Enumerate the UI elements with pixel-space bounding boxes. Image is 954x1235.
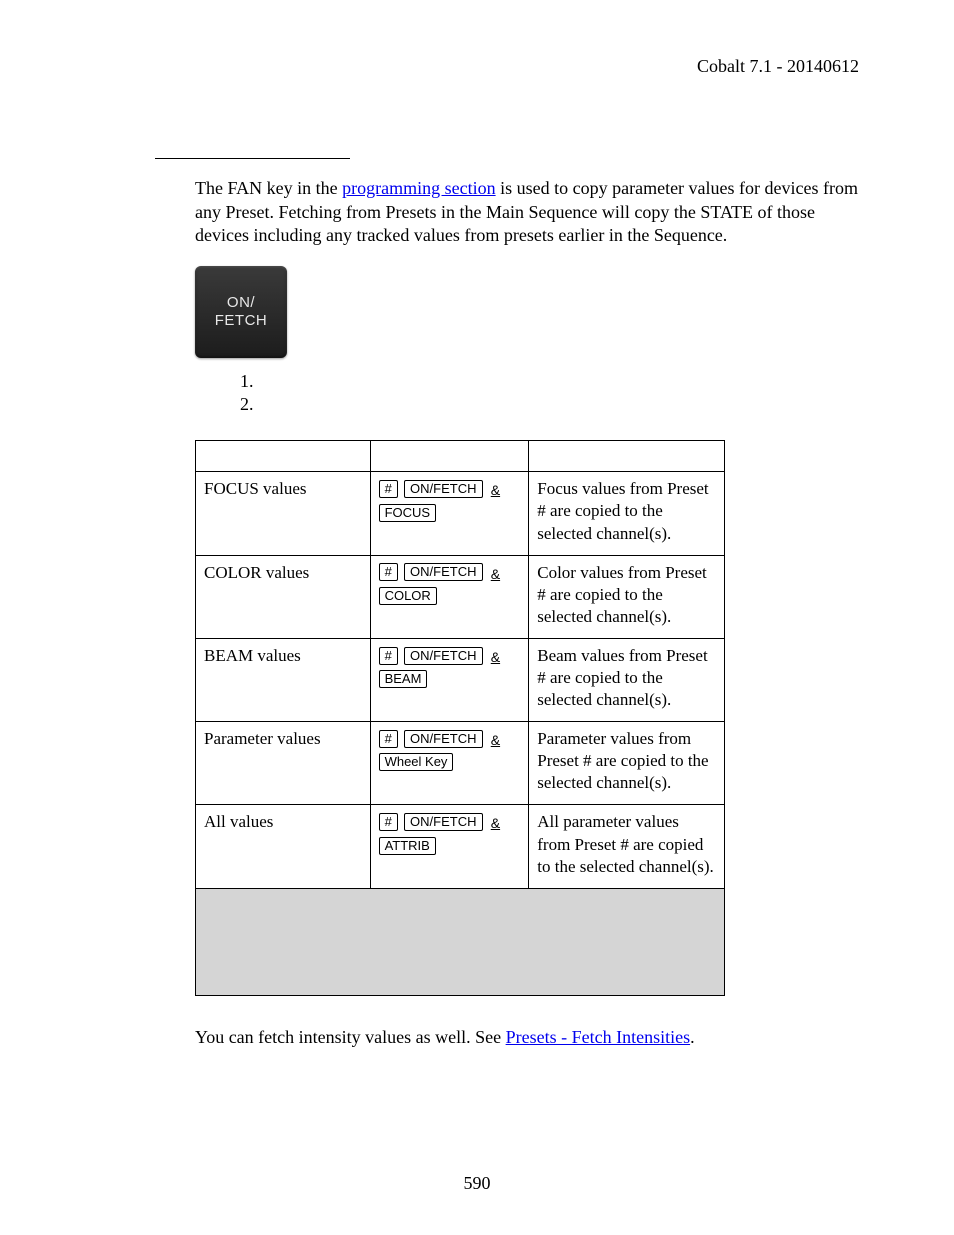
row-keys: # ON/FETCH & FOCUS: [370, 472, 529, 555]
key-onfetch: ON/FETCH: [404, 480, 482, 498]
key-amp: &: [491, 815, 500, 831]
key-hash: #: [379, 730, 398, 748]
key-onfetch: ON/FETCH: [404, 563, 482, 581]
key-onfetch: ON/FETCH: [404, 730, 482, 748]
step-1-number: 1.: [240, 371, 254, 391]
row-label: COLOR values: [196, 555, 371, 638]
key-onfetch: ON/FETCH: [404, 647, 482, 665]
table-row: BEAM values # ON/FETCH & BEAM Beam value…: [196, 638, 725, 721]
key-wheel: Wheel Key: [379, 753, 454, 771]
note-post: .: [690, 1027, 695, 1047]
key-amp: &: [491, 649, 500, 665]
row-label: All values: [196, 805, 371, 888]
note-paragraph: You can fetch intensity values as well. …: [195, 1026, 859, 1049]
programming-section-link[interactable]: programming section: [342, 178, 495, 198]
row-label: FOCUS values: [196, 472, 371, 555]
on-fetch-key-icon: ON/ FETCH: [195, 266, 287, 358]
table-row: Parameter values # ON/FETCH & Wheel Key …: [196, 722, 725, 805]
key-amp: &: [491, 482, 500, 498]
step-2-number: 2.: [240, 394, 254, 414]
key-amp: &: [491, 566, 500, 582]
intro-text-pre: The FAN key in the: [195, 178, 342, 198]
section-rule: [155, 158, 350, 159]
row-result: All parameter values from Preset # are c…: [529, 805, 725, 888]
intro-paragraph: The FAN key in the programming section i…: [195, 177, 859, 247]
key-hash: #: [379, 647, 398, 665]
row-keys: # ON/FETCH & BEAM: [370, 638, 529, 721]
row-keys: # ON/FETCH & COLOR: [370, 555, 529, 638]
key-line2: FETCH: [215, 312, 268, 329]
key-hash: #: [379, 563, 398, 581]
key-amp: &: [491, 732, 500, 748]
row-result: Parameter values from Preset # are copie…: [529, 722, 725, 805]
th-result: [529, 441, 725, 472]
key-onfetch: ON/FETCH: [404, 813, 482, 831]
table-row: COLOR values # ON/FETCH & COLOR Color va…: [196, 555, 725, 638]
row-keys: # ON/FETCH & ATTRIB: [370, 805, 529, 888]
doc-header: Cobalt 7.1 - 20140612: [155, 55, 859, 78]
row-result: Color values from Preset # are copied to…: [529, 555, 725, 638]
row-label: Parameter values: [196, 722, 371, 805]
th-keys: [370, 441, 529, 472]
key-focus: FOCUS: [379, 504, 437, 522]
key-hash: #: [379, 480, 398, 498]
steps-list: 1. 2.: [240, 370, 859, 417]
fetch-table: FOCUS values # ON/FETCH & FOCUS Focus va…: [195, 440, 725, 995]
page-number: 590: [0, 1172, 954, 1195]
key-hash: #: [379, 813, 398, 831]
note-pre: You can fetch intensity values as well. …: [195, 1027, 506, 1047]
key-line1: ON/: [227, 294, 255, 311]
row-result: Focus values from Preset # are copied to…: [529, 472, 725, 555]
th-action: [196, 441, 371, 472]
key-color: COLOR: [379, 587, 437, 605]
fetch-intensities-link[interactable]: Presets - Fetch Intensities: [506, 1027, 690, 1047]
table-row: FOCUS values # ON/FETCH & FOCUS Focus va…: [196, 472, 725, 555]
key-beam: BEAM: [379, 670, 428, 688]
row-label: BEAM values: [196, 638, 371, 721]
row-result: Beam values from Preset # are copied to …: [529, 638, 725, 721]
table-row: All values # ON/FETCH & ATTRIB All param…: [196, 805, 725, 888]
row-keys: # ON/FETCH & Wheel Key: [370, 722, 529, 805]
table-footer: [196, 888, 725, 995]
key-attrib: ATTRIB: [379, 837, 436, 855]
